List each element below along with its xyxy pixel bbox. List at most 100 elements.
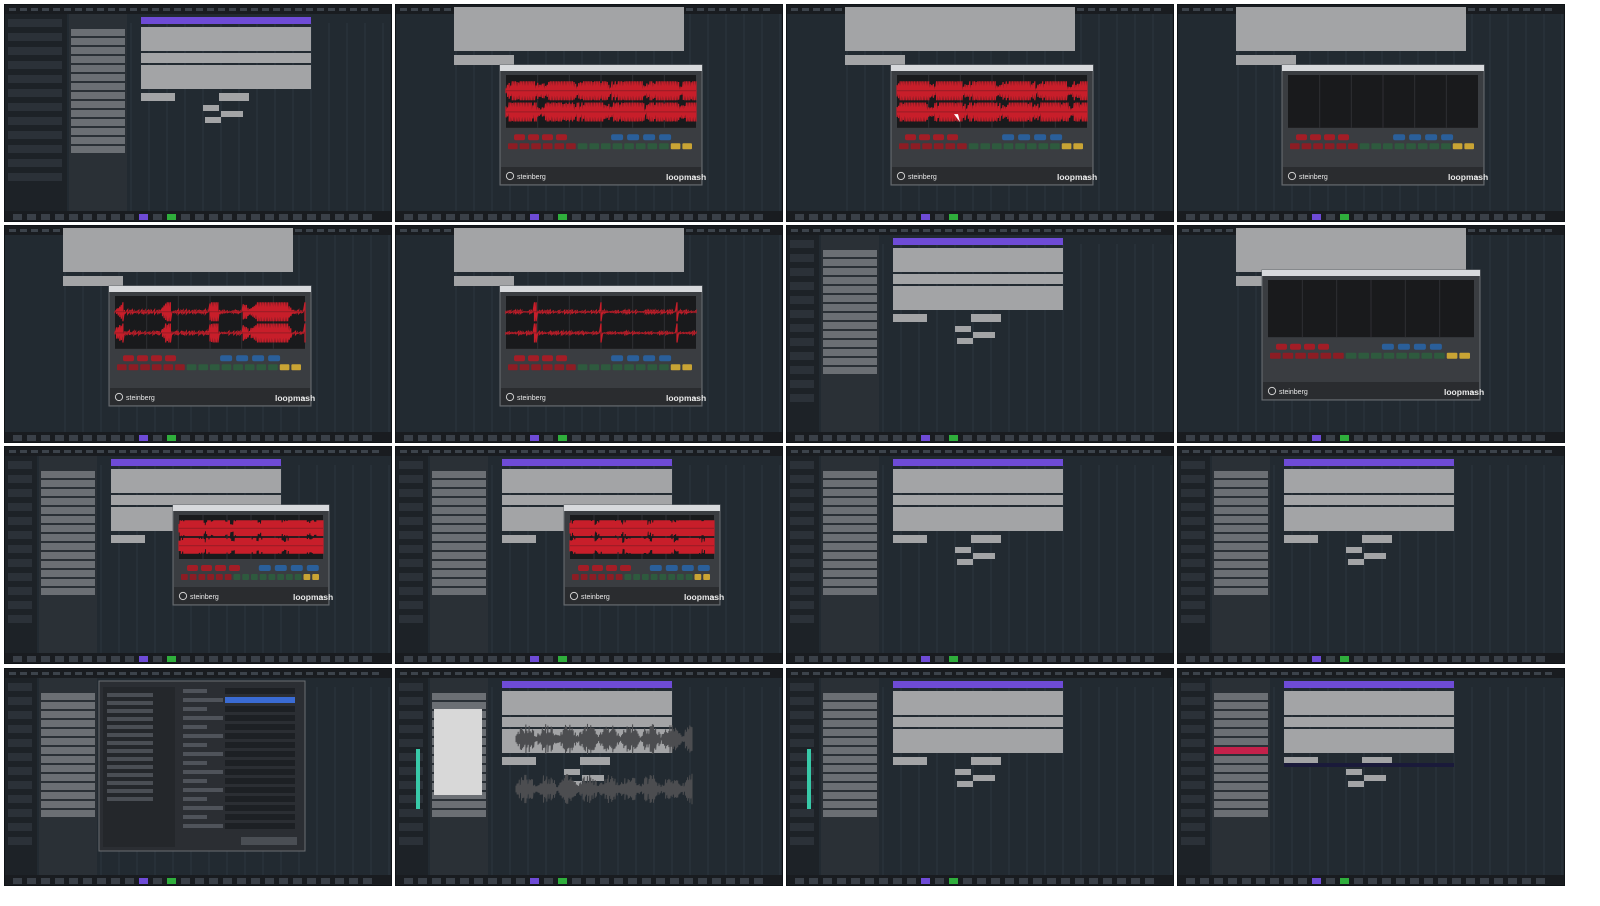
plugin-suffix: fx (301, 397, 306, 403)
menu-item (879, 229, 886, 232)
slice-button (151, 355, 162, 362)
level-meter (807, 749, 811, 809)
menu-item (763, 229, 770, 232)
transport-button (837, 214, 846, 220)
audio-event (1236, 7, 1466, 51)
audio-event (219, 93, 249, 101)
menu-item (97, 672, 104, 675)
menu-item (697, 229, 704, 232)
track-header (432, 534, 486, 541)
track-header (41, 498, 95, 505)
menu-item (1523, 450, 1530, 453)
track-header (1214, 570, 1268, 577)
transport-button (1256, 656, 1265, 662)
transport-button (181, 656, 190, 662)
dialog-field (225, 715, 295, 721)
pad-button (703, 574, 710, 580)
audio-event (1284, 495, 1454, 505)
transport-button (1354, 878, 1363, 884)
track-header (823, 588, 877, 595)
menu-item (1534, 229, 1541, 232)
menu-item (741, 450, 748, 453)
track-header (432, 507, 486, 514)
inspector-row (8, 725, 32, 733)
transport-button (1228, 656, 1237, 662)
transport-button (516, 878, 525, 884)
transport-button (418, 435, 427, 441)
menu-item (813, 8, 820, 11)
menu-item (631, 672, 638, 675)
menu-item (400, 450, 407, 453)
menu-item (273, 450, 280, 453)
menu-item (1248, 450, 1255, 453)
audio-event (1236, 228, 1466, 272)
menu-item (31, 672, 38, 675)
pad-button (624, 364, 634, 371)
plugin-title-bar (109, 286, 311, 292)
transport-button (1005, 878, 1014, 884)
menu-item (813, 450, 820, 453)
transport-button (1312, 878, 1321, 884)
menu-item (317, 229, 324, 232)
track-header (41, 810, 95, 817)
menu-item (741, 672, 748, 675)
video-frame-thumbnail (1177, 446, 1565, 664)
track-header (1214, 507, 1268, 514)
audio-event (454, 276, 514, 286)
menu-item (444, 8, 451, 11)
track-header (41, 774, 95, 781)
transport-button (1103, 435, 1112, 441)
track-header (71, 38, 125, 45)
plugin-vendor: steinberg (1279, 389, 1308, 396)
pad-button (224, 574, 232, 580)
transport-button (265, 878, 274, 884)
dialog-field (225, 787, 295, 793)
transport-button (27, 878, 36, 884)
transport-button (321, 878, 330, 884)
transport-button (754, 656, 763, 662)
track-header (823, 570, 877, 577)
menu-item (1077, 229, 1084, 232)
menu-item (488, 672, 495, 675)
frame-canvas (787, 447, 1173, 663)
transport-button (432, 878, 441, 884)
menu-item (295, 672, 302, 675)
cycle-marker (893, 681, 1063, 688)
track-header (823, 543, 877, 550)
transport-button (712, 656, 721, 662)
menu-item (824, 229, 831, 232)
track-header (41, 711, 95, 718)
menu-item (9, 229, 16, 232)
track-header (41, 765, 95, 772)
transport-button (1508, 656, 1517, 662)
menu-item (1237, 672, 1244, 675)
inspector-row (8, 711, 32, 719)
inspector-row (8, 739, 32, 747)
menu-item (923, 229, 930, 232)
transport-button (1089, 214, 1098, 220)
menu-item (339, 8, 346, 11)
slice-button (947, 134, 958, 141)
menu-item (339, 229, 346, 232)
plugin-name: loopmash (1444, 387, 1484, 397)
pad-button (601, 143, 611, 150)
inspector-row (8, 837, 32, 845)
menu-item (1182, 450, 1189, 453)
transport-button (488, 656, 497, 662)
menu-item (890, 450, 897, 453)
transport-button (1270, 878, 1279, 884)
menu-item (9, 450, 16, 453)
menu-item (835, 8, 842, 11)
pad-button (1061, 143, 1072, 150)
transport-button (1340, 656, 1349, 662)
menu-item (664, 672, 671, 675)
transport-button (27, 214, 36, 220)
menu-item (1110, 450, 1117, 453)
transport-button (488, 435, 497, 441)
inspector-panel (1178, 678, 1210, 875)
transport-button (1340, 214, 1349, 220)
menu-item (240, 672, 247, 675)
menu-item (53, 8, 60, 11)
transport-button (991, 656, 1000, 662)
transport-button (879, 656, 888, 662)
